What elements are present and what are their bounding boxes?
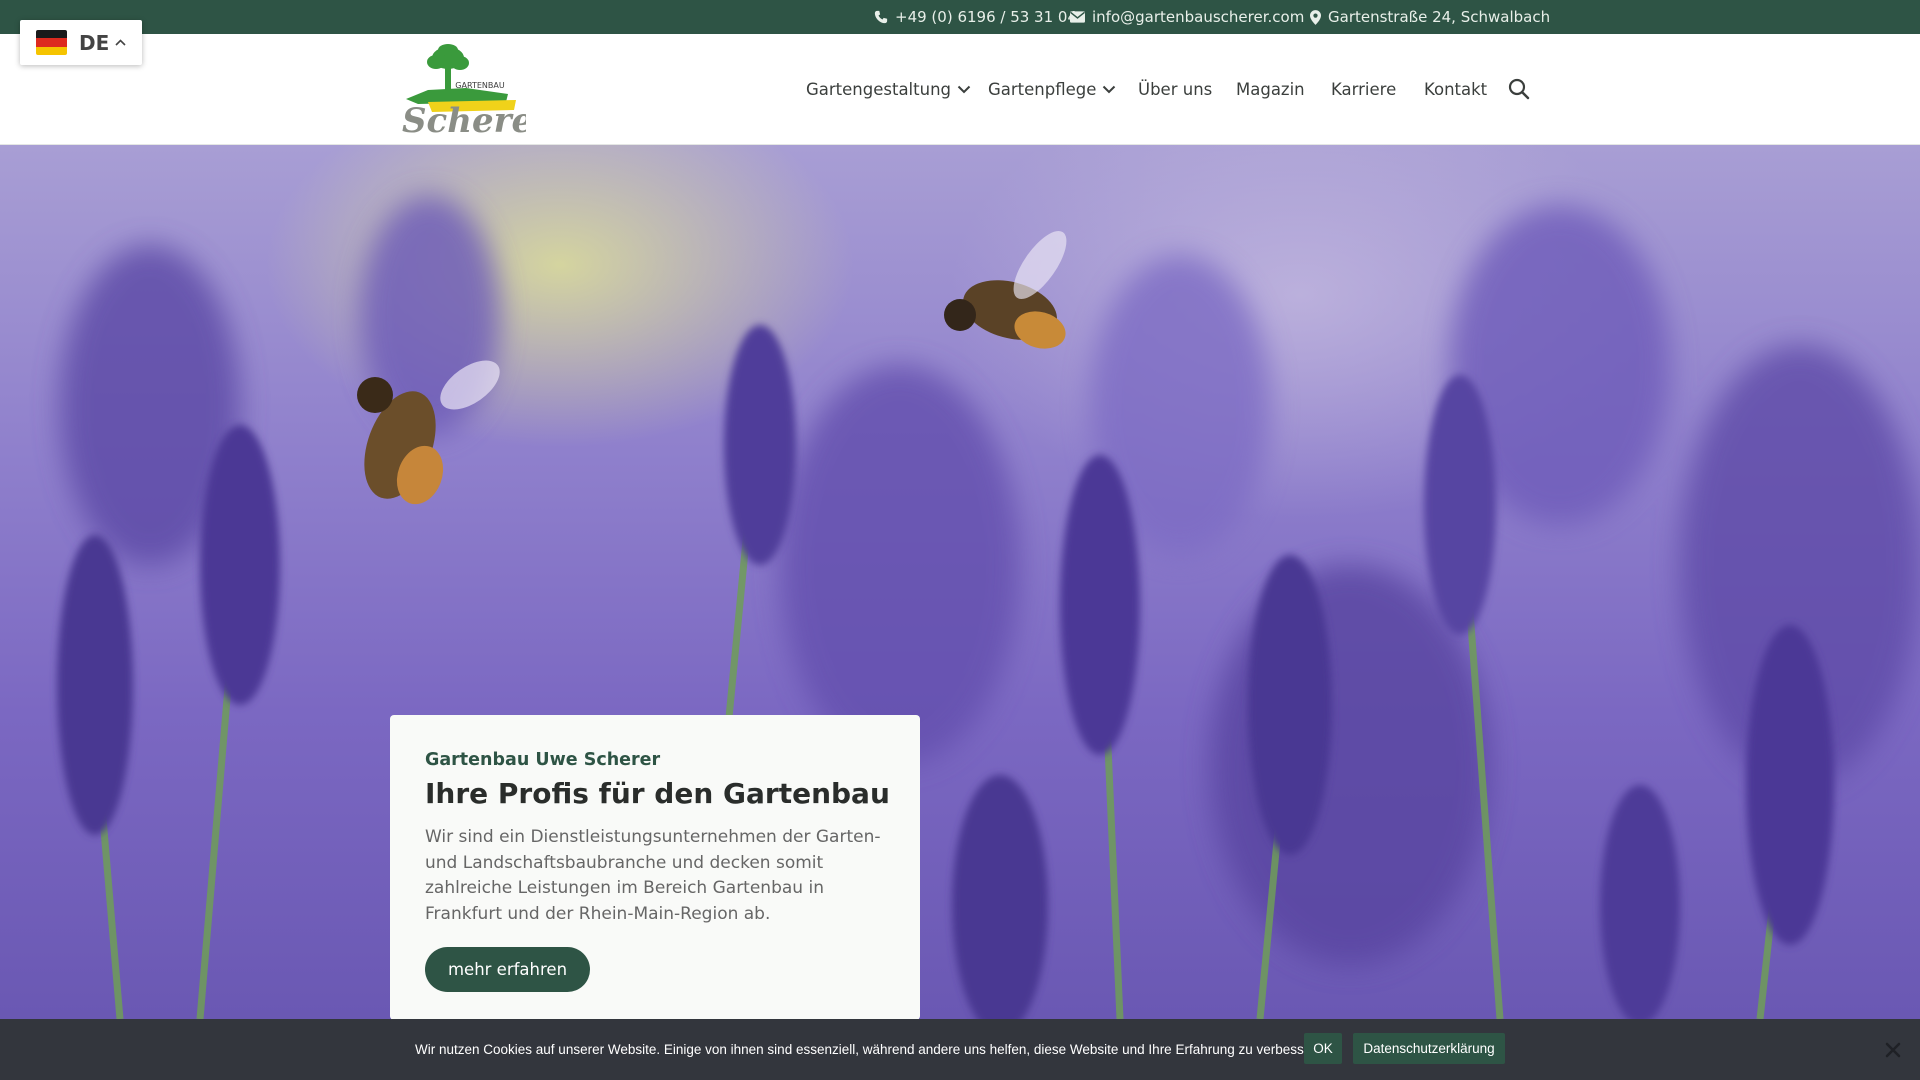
nav-karriere[interactable]: Karriere	[1331, 34, 1396, 144]
map-marker-icon	[1310, 9, 1321, 25]
hero-description: Wir sind ein Dienstleistungsunternehmen …	[425, 827, 881, 924]
email-contact[interactable]: info@gartenbauscherer.com	[1070, 0, 1304, 34]
language-code: DE	[79, 30, 110, 55]
nav-magazin[interactable]: Magazin	[1236, 34, 1305, 144]
chevron-down-icon	[957, 85, 971, 93]
nav-label: Über uns	[1138, 79, 1213, 99]
hero-title: Ihre Profis für den Gartenbau	[425, 777, 890, 810]
cookie-ok-button[interactable]: OK	[1304, 1033, 1342, 1064]
close-icon[interactable]	[1884, 1041, 1902, 1059]
envelope-icon	[1070, 11, 1085, 23]
hero-lavender-image	[0, 145, 1920, 1019]
nav-gartenpflege[interactable]: Gartenpflege	[988, 34, 1116, 144]
hero-eyebrow: Gartenbau Uwe Scherer	[425, 750, 661, 770]
nav-gartengestaltung[interactable]: Gartengestaltung	[806, 34, 971, 144]
email-address[interactable]: info@gartenbauscherer.com	[1092, 8, 1304, 26]
phone-contact[interactable]: +49 (0) 6196 / 53 31 04	[874, 0, 1077, 34]
bee-right	[944, 230, 1067, 349]
logo-brand-text: Scherer	[402, 101, 526, 136]
nav-label: Gartengestaltung	[806, 79, 952, 99]
address-text[interactable]: Gartenstraße 24, Schwalbach	[1328, 8, 1550, 26]
nav-ueber-uns[interactable]: Über uns	[1138, 34, 1212, 144]
chevron-down-icon	[1103, 85, 1116, 93]
flag-germany-icon	[36, 30, 67, 55]
site-header: GARTENBAU Scherer Gartengestaltung Garte…	[0, 34, 1920, 145]
nav-kontakt[interactable]: Kontakt	[1424, 34, 1487, 144]
phone-number[interactable]: +49 (0) 6196 / 53 31 04	[895, 8, 1077, 26]
address-contact[interactable]: Gartenstraße 24, Schwalbach	[1310, 0, 1550, 34]
nav-label: Magazin	[1236, 79, 1305, 99]
gartenbau-scherer-logo[interactable]: GARTENBAU Scherer	[388, 44, 526, 136]
chevron-up-icon	[115, 39, 126, 46]
search-icon[interactable]	[1508, 78, 1530, 100]
language-switcher[interactable]: DE	[20, 20, 142, 65]
cookie-notice-bar: Wir nutzen Cookies auf unserer Website. …	[0, 1019, 1920, 1080]
top-contact-bar: +49 (0) 6196 / 53 31 04 info@gartenbausc…	[0, 0, 1920, 34]
privacy-policy-button[interactable]: Datenschutzerklärung	[1353, 1033, 1505, 1064]
logo-small-text: GARTENBAU	[455, 81, 505, 90]
phone-icon	[874, 10, 888, 24]
nav-label: Gartenpflege	[988, 79, 1097, 99]
nav-label: Karriere	[1331, 79, 1397, 99]
lavender-bees-illustration	[57, 195, 1920, 1019]
hero-intro-card: Gartenbau Uwe Scherer Ihre Profis für de…	[390, 715, 920, 1020]
cookie-message: Wir nutzen Cookies auf unserer Website. …	[415, 1042, 1328, 1057]
nav-label: Kontakt	[1424, 79, 1488, 99]
mehr-erfahren-button[interactable]: mehr erfahren	[425, 947, 590, 992]
